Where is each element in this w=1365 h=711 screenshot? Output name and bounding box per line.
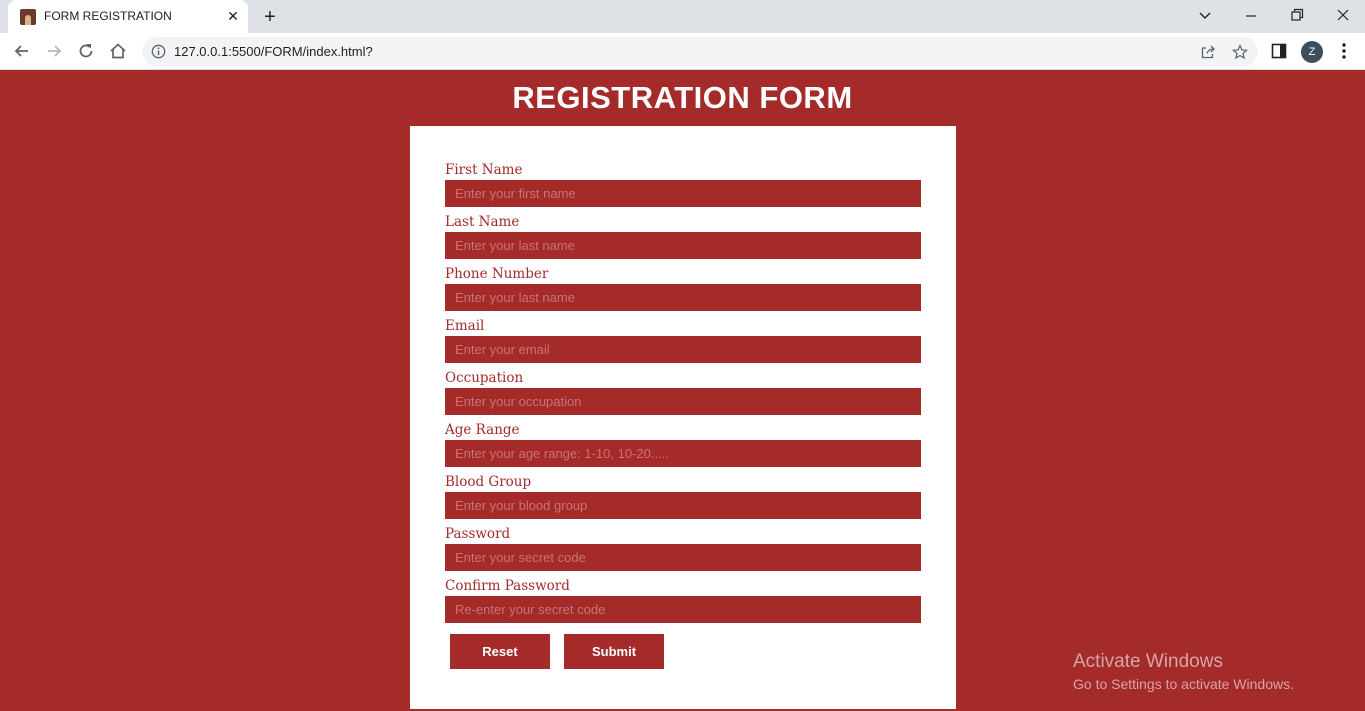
occupation-input[interactable] — [445, 388, 921, 415]
blood-group-input[interactable] — [445, 492, 921, 519]
last-name-field: Last Name — [445, 214, 921, 259]
field-label: Age Range — [445, 422, 520, 438]
phone-number-field: Phone Number — [445, 266, 921, 311]
confirm-password-field: Confirm Password — [445, 578, 921, 623]
profile-avatar[interactable]: Z — [1301, 41, 1323, 63]
windows-activation-watermark: Activate Windows Go to Settings to activ… — [1073, 650, 1294, 694]
close-window-icon[interactable] — [1331, 5, 1355, 27]
url-text: 127.0.0.1:5500/FORM/index.html? — [174, 44, 373, 59]
tab-close-icon[interactable]: ✕ — [224, 7, 242, 25]
field-label: Blood Group — [445, 474, 532, 490]
email-field: Email — [445, 318, 921, 363]
first-name-field: First Name — [445, 162, 921, 207]
field-label: Email — [445, 318, 485, 334]
reload-icon[interactable] — [76, 41, 96, 61]
restore-icon[interactable] — [1285, 5, 1309, 27]
email-input[interactable] — [445, 336, 921, 363]
submit-button[interactable]: Submit — [564, 634, 664, 669]
minimize-icon[interactable] — [1239, 5, 1263, 27]
home-icon[interactable] — [108, 41, 128, 61]
share-icon[interactable] — [1200, 44, 1216, 60]
registration-form: First Name Last Name Phone Number Email … — [410, 126, 956, 709]
field-label: Last Name — [445, 214, 520, 230]
age-range-input[interactable] — [445, 440, 921, 467]
forward-arrow-icon[interactable] — [44, 41, 64, 61]
page-title: REGISTRATION FORM — [512, 80, 853, 115]
field-label: Confirm Password — [445, 578, 570, 594]
watermark-subtitle: Go to Settings to activate Windows. — [1073, 676, 1294, 692]
site-info-icon[interactable] — [151, 44, 166, 59]
bookmark-star-icon[interactable] — [1231, 43, 1249, 60]
address-bar[interactable]: 127.0.0.1:5500/FORM/index.html? — [142, 37, 1258, 66]
field-label: Phone Number — [445, 266, 549, 282]
field-label: First Name — [445, 162, 523, 178]
site-favicon-icon — [20, 9, 36, 25]
watermark-title: Activate Windows — [1073, 651, 1223, 672]
back-arrow-icon[interactable] — [12, 41, 32, 61]
new-tab-icon[interactable]: + — [258, 5, 282, 29]
tab-title: FORM REGISTRATION — [44, 9, 172, 23]
phone-number-input[interactable] — [445, 284, 921, 311]
browser-toolbar: 127.0.0.1:5500/FORM/index.html? Z — [0, 33, 1365, 70]
password-input[interactable] — [445, 544, 921, 571]
field-label: Password — [445, 526, 511, 542]
field-label: Occupation — [445, 370, 524, 386]
password-field: Password — [445, 526, 921, 571]
side-panel-icon[interactable] — [1269, 41, 1289, 61]
first-name-input[interactable] — [445, 180, 921, 207]
reset-button[interactable]: Reset — [450, 634, 550, 669]
confirm-password-input[interactable] — [445, 596, 921, 623]
tab-search-chevron-icon[interactable] — [1193, 5, 1217, 27]
last-name-input[interactable] — [445, 232, 921, 259]
blood-group-field: Blood Group — [445, 474, 921, 519]
age-range-field: Age Range — [445, 422, 921, 467]
tab-strip: FORM REGISTRATION ✕ + — [0, 0, 1365, 33]
browser-menu-icon[interactable] — [1336, 41, 1352, 61]
browser-tab[interactable]: FORM REGISTRATION ✕ — [8, 0, 248, 33]
occupation-field: Occupation — [445, 370, 921, 415]
